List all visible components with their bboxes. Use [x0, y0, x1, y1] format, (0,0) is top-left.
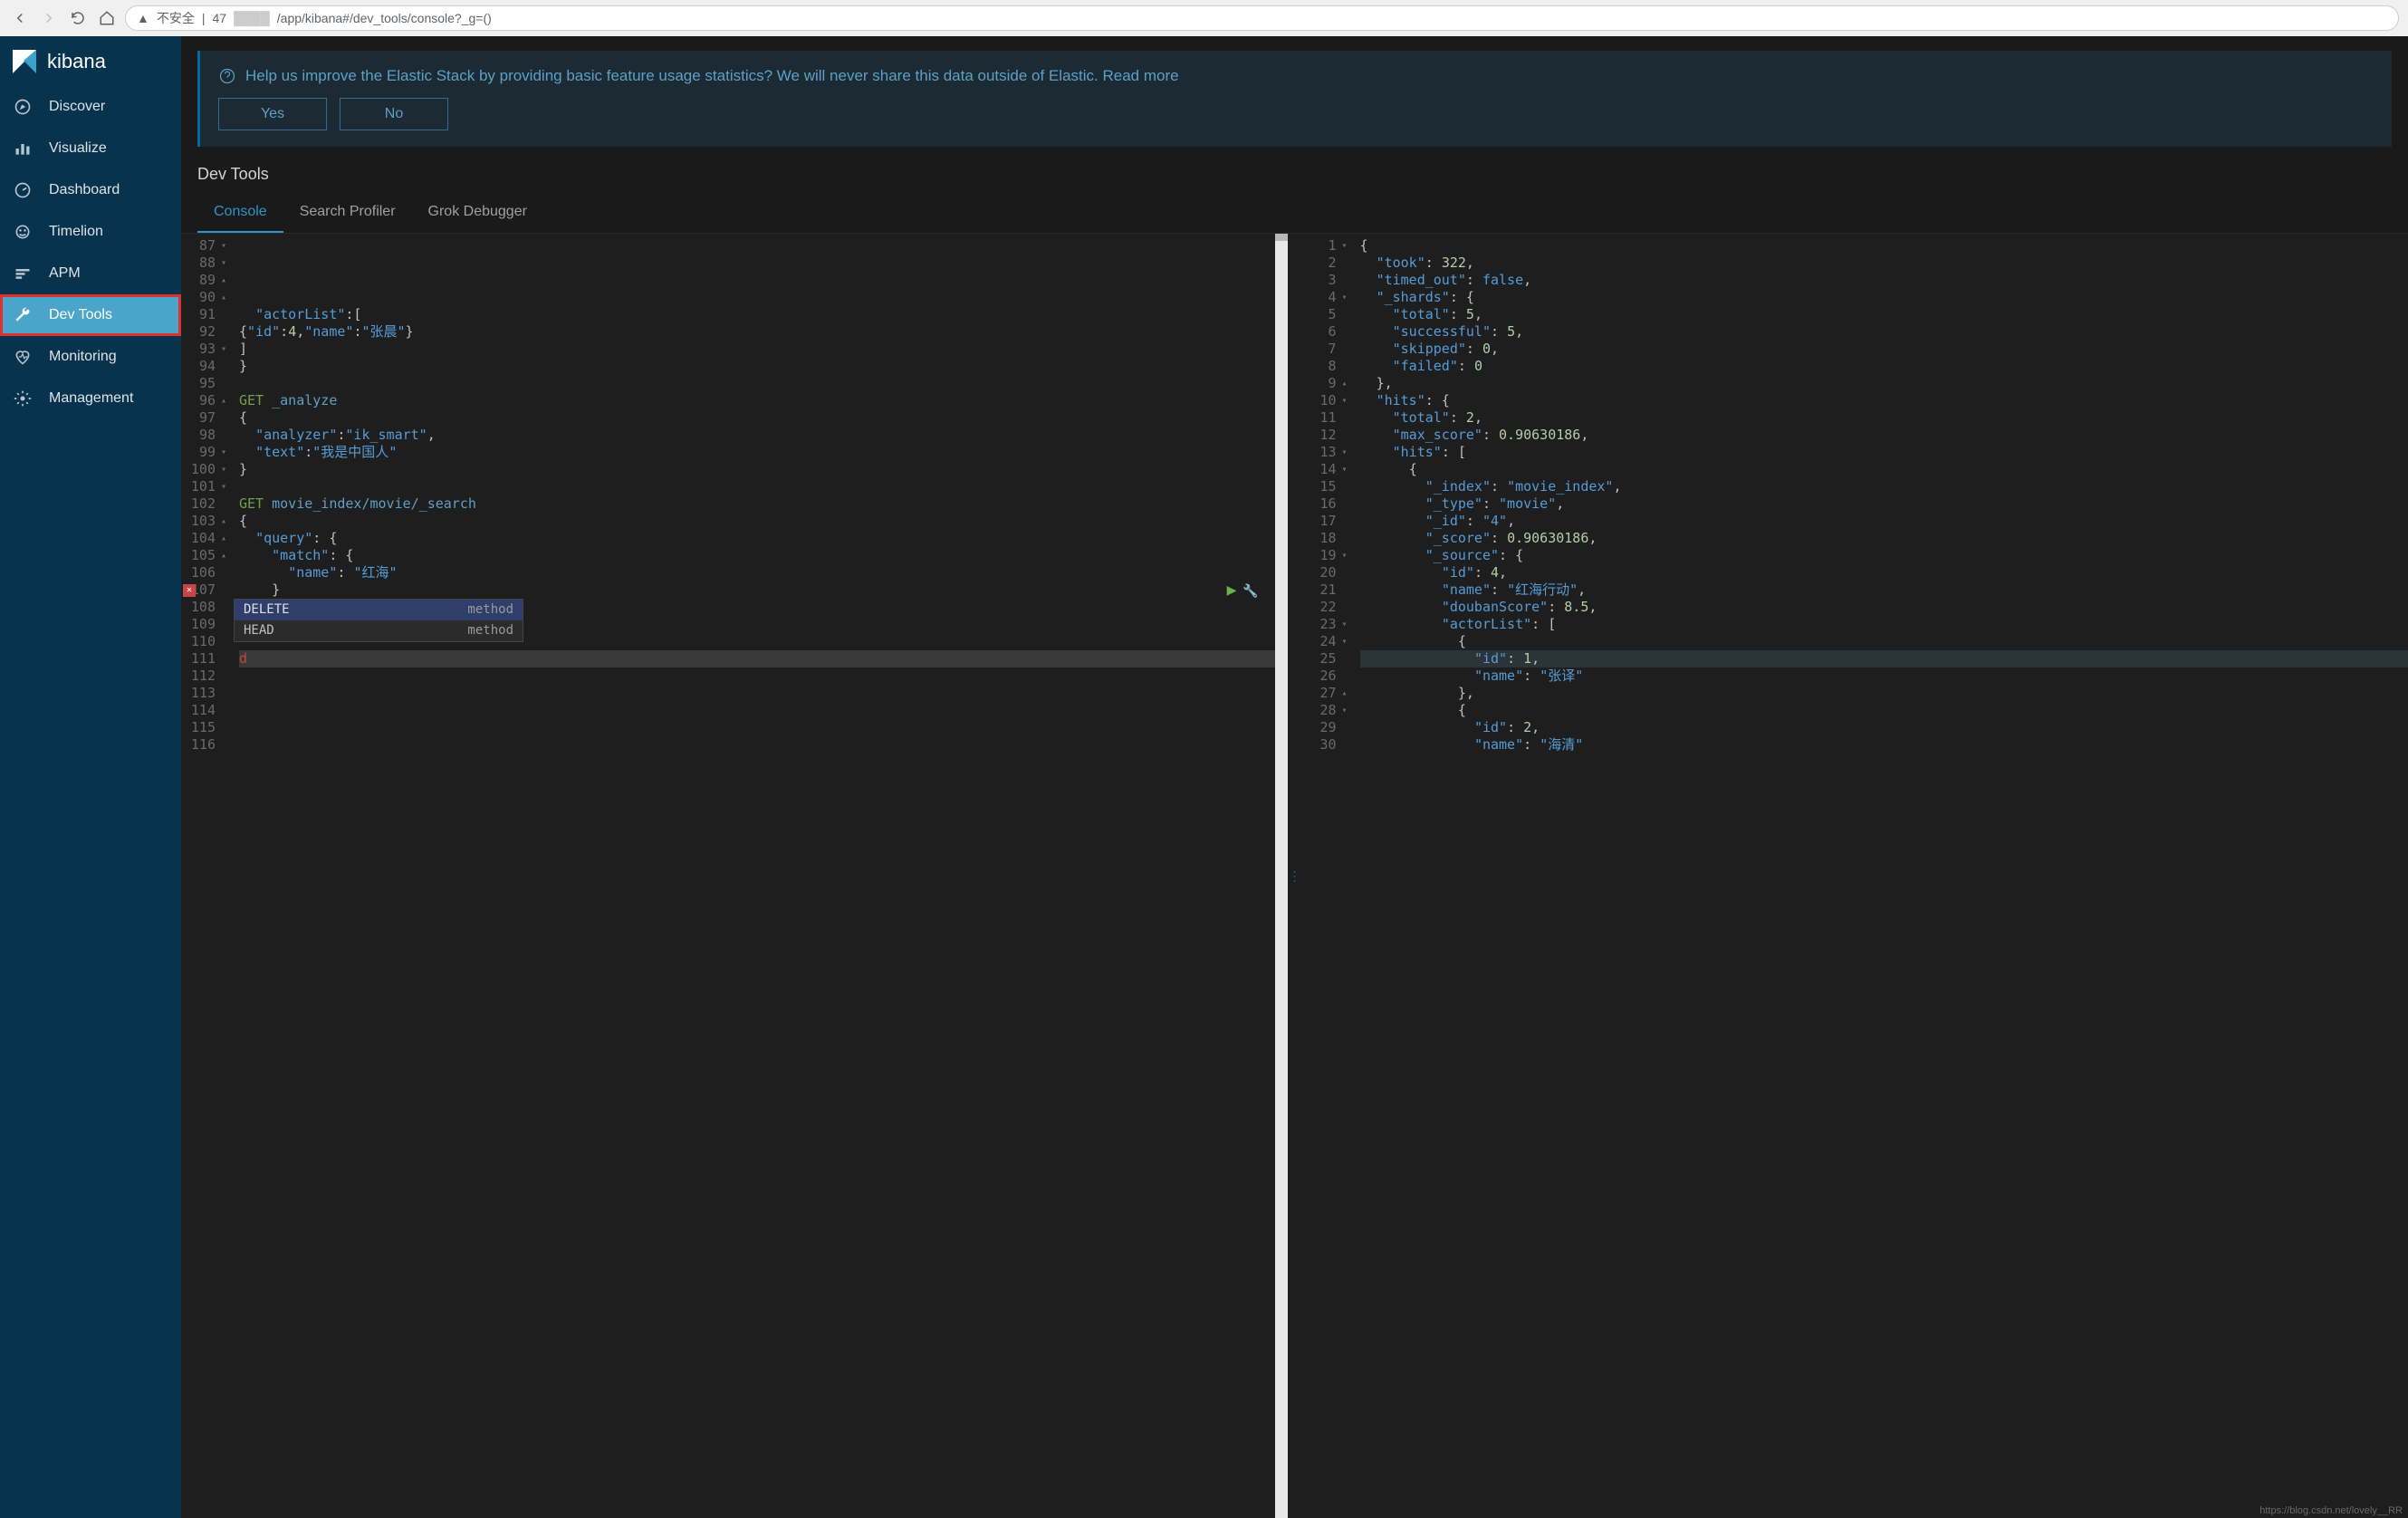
- yes-button[interactable]: Yes: [218, 98, 327, 130]
- sidebar: kibana Discover Visualize Dashboard Time…: [0, 36, 181, 1518]
- sidebar-item-label: Management: [49, 390, 133, 407]
- editor-code[interactable]: ▶ 🔧 "actorList":[{"id":4,"name":"张晨"}]}G…: [234, 234, 1275, 1518]
- sidebar-item-monitoring[interactable]: Monitoring: [0, 336, 181, 378]
- heartbeat-icon: [13, 347, 33, 367]
- no-button[interactable]: No: [340, 98, 448, 130]
- sidebar-item-dev-tools[interactable]: Dev Tools: [0, 294, 181, 336]
- autocomplete-popup[interactable]: DELETEmethodHEADmethod: [234, 599, 523, 642]
- sidebar-item-visualize[interactable]: Visualize: [0, 128, 181, 169]
- forward-button[interactable]: [38, 7, 60, 29]
- back-button[interactable]: [9, 7, 31, 29]
- sidebar-item-label: Timelion: [49, 224, 103, 240]
- help-icon: [218, 67, 236, 85]
- brand[interactable]: kibana: [0, 36, 181, 86]
- output-gutter: 1▾234▾56789▴10▾111213▾14▾1516171819▾2021…: [1302, 234, 1355, 1518]
- sidebar-item-dashboard[interactable]: Dashboard: [0, 169, 181, 211]
- autocomplete-item[interactable]: DELETEmethod: [235, 600, 523, 620]
- sidebar-item-discover[interactable]: Discover: [0, 86, 181, 128]
- timelion-icon: [13, 222, 33, 242]
- editor-pane[interactable]: 87▾88▾89▴90▴919293▾949596▴979899▾100▾101…: [181, 234, 1288, 1518]
- tab-console[interactable]: Console: [197, 193, 283, 233]
- run-query-button[interactable]: ▶: [1227, 581, 1237, 599]
- sidebar-item-label: APM: [49, 265, 81, 282]
- main-content: Help us improve the Elastic Stack by pro…: [181, 36, 2408, 1518]
- pane-splitter[interactable]: ⋮: [1288, 234, 1302, 1518]
- autocomplete-item[interactable]: HEADmethod: [235, 620, 523, 641]
- output-pane[interactable]: 1▾234▾56789▴10▾111213▾14▾1516171819▾2021…: [1302, 234, 2408, 1518]
- url-prefix: 47: [213, 11, 227, 25]
- sidebar-item-timelion[interactable]: Timelion: [0, 211, 181, 253]
- output-code[interactable]: { "took": 322, "timed_out": false, "_sha…: [1355, 234, 2408, 1518]
- reload-button[interactable]: [67, 7, 89, 29]
- watermark-link: https://blog.csdn.net/lovely__RR: [2259, 1505, 2403, 1516]
- security-label: 不安全: [157, 9, 195, 27]
- home-button[interactable]: [96, 7, 118, 29]
- editor-gutter: 87▾88▾89▴90▴919293▾949596▴979899▾100▾101…: [181, 234, 234, 1518]
- page-title: Dev Tools: [181, 147, 2408, 193]
- brand-name: kibana: [47, 50, 106, 73]
- sidebar-item-label: Dashboard: [49, 182, 120, 198]
- tab-search-profiler[interactable]: Search Profiler: [283, 193, 412, 233]
- error-marker-icon: ✕: [183, 584, 196, 597]
- sidebar-item-apm[interactable]: APM: [0, 253, 181, 294]
- wrench-icon: [13, 305, 33, 325]
- editor-scrollbar[interactable]: [1275, 234, 1288, 1518]
- warning-icon: ▲: [137, 11, 149, 25]
- sidebar-item-label: Discover: [49, 99, 105, 115]
- gear-icon: [13, 389, 33, 408]
- sidebar-item-management[interactable]: Management: [0, 378, 181, 419]
- browser-bar: ▲ 不安全 | 47 ████ /app/kibana#/dev_tools/c…: [0, 0, 2408, 36]
- sidebar-item-label: Dev Tools: [49, 307, 112, 323]
- telemetry-banner: Help us improve the Elastic Stack by pro…: [197, 51, 2392, 147]
- compass-icon: [13, 97, 33, 117]
- bar-chart-icon: [13, 139, 33, 159]
- url-suffix: /app/kibana#/dev_tools/console?_g=(): [277, 11, 492, 25]
- url-bar[interactable]: ▲ 不安全 | 47 ████ /app/kibana#/dev_tools/c…: [125, 5, 2399, 31]
- sidebar-item-label: Visualize: [49, 140, 107, 157]
- gauge-icon: [13, 180, 33, 200]
- apm-icon: [13, 264, 33, 283]
- tabs: Console Search Profiler Grok Debugger: [181, 193, 2408, 234]
- kibana-logo-icon: [11, 48, 38, 75]
- request-options-button[interactable]: 🔧: [1242, 583, 1258, 600]
- banner-text: Help us improve the Elastic Stack by pro…: [245, 67, 1179, 85]
- tab-grok-debugger[interactable]: Grok Debugger: [412, 193, 543, 233]
- sidebar-item-label: Monitoring: [49, 349, 117, 365]
